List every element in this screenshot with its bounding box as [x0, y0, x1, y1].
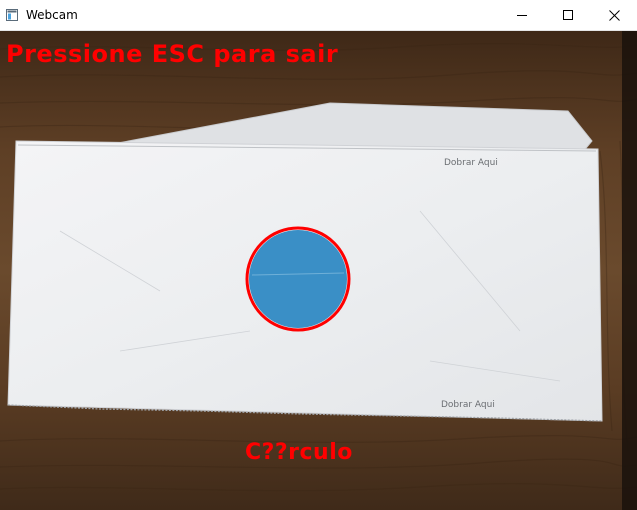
- maximize-icon: [563, 10, 573, 20]
- envelope-print-bottom: Dobrar Aqui: [441, 400, 495, 410]
- minimize-icon: [517, 15, 527, 16]
- camera-scene: [0, 31, 637, 510]
- shape-label-text: C??rculo: [245, 440, 353, 465]
- minimize-button[interactable]: [499, 0, 545, 30]
- detected-blue-circle: [249, 230, 347, 328]
- title-bar[interactable]: Webcam: [0, 0, 637, 31]
- maximize-button[interactable]: [545, 0, 591, 30]
- exit-hint-text: Pressione ESC para sair: [6, 40, 339, 68]
- envelope-print-top: Dobrar Aqui: [444, 158, 498, 168]
- window-title: Webcam: [26, 8, 78, 22]
- webcam-video-frame: Dobrar Aqui Dobrar Aqui Pressione ESC pa…: [0, 31, 637, 510]
- frame-edge-shadow: [622, 31, 637, 510]
- close-icon: [608, 9, 620, 21]
- close-button[interactable]: [591, 0, 637, 30]
- app-icon: [6, 9, 18, 21]
- webcam-window: Webcam Dobrar Aqui Dobrar Aqui Pressione…: [0, 0, 637, 510]
